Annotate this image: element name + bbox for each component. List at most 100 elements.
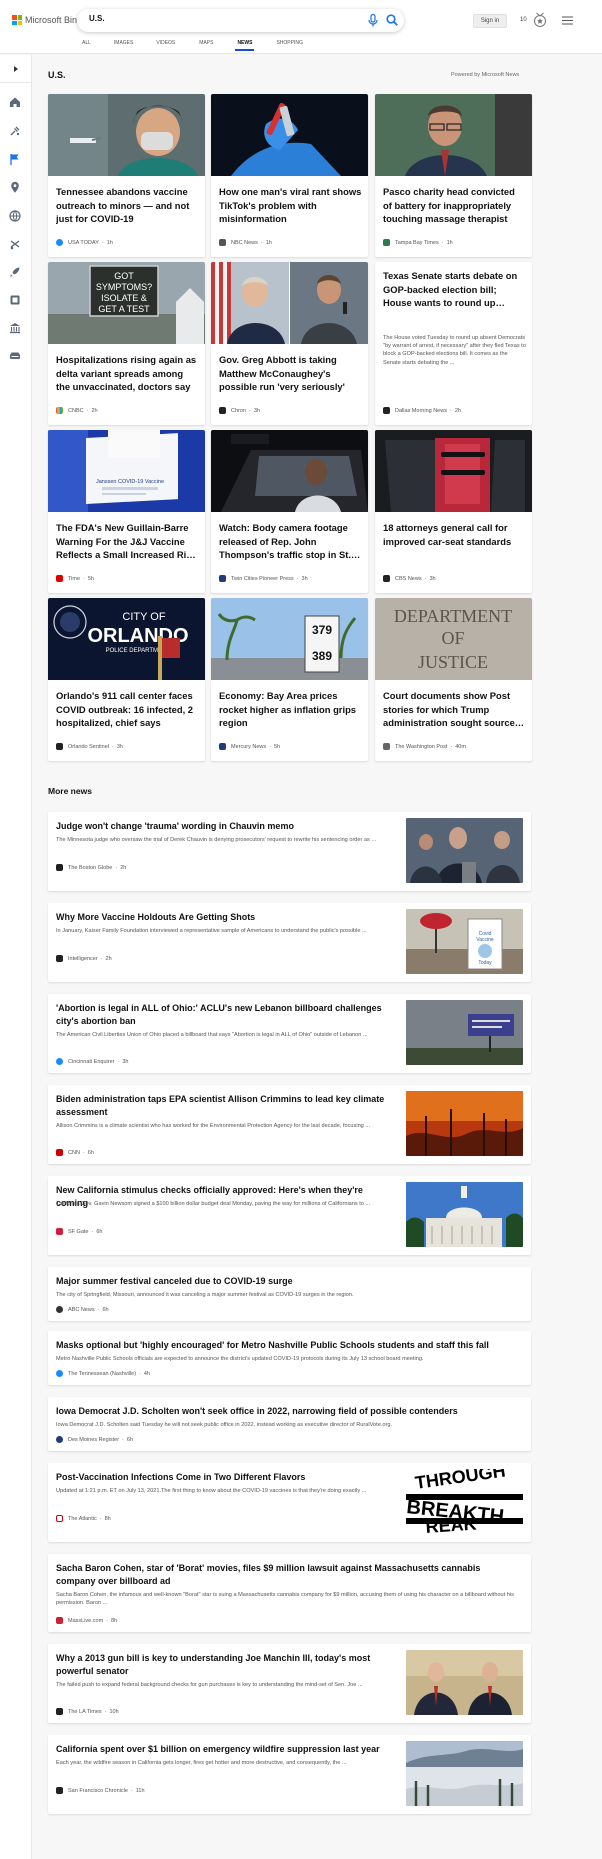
item-title[interactable]: Post-Vaccination Infections Come in Two … [56,1471,396,1484]
source-time: 11h [135,1787,145,1794]
news-card[interactable]: Pasco charity head convicted of battery … [375,94,532,257]
card-title[interactable]: Gov. Greg Abbott is taking Matthew McCon… [219,353,362,394]
globe-icon[interactable] [8,209,22,223]
news-list-item[interactable]: Post-Vaccination Infections Come in Two … [48,1463,531,1542]
section-title: U.S. [48,70,66,80]
item-title[interactable]: 'Abortion is legal in ALL of Ohio:' ACLU… [56,1002,396,1027]
card-title[interactable]: How one man's viral rant shows TikTok's … [219,185,362,226]
location-icon[interactable] [8,180,22,194]
svg-text:JUSTICE: JUSTICE [418,652,488,672]
search-input[interactable] [89,14,309,23]
item-title[interactable]: Sacha Baron Cohen, star of 'Borat' movie… [56,1562,516,1587]
news-list-item[interactable]: Masks optional but 'highly encouraged' f… [48,1331,531,1385]
news-list-item[interactable]: 'Abortion is legal in ALL of Ohio:' ACLU… [48,994,531,1073]
rewards-medal-icon[interactable] [533,12,547,28]
separator: · [139,1370,141,1377]
separator: · [449,407,452,414]
card-title[interactable]: 18 attorneys general call for improved c… [383,521,526,548]
news-list-item[interactable]: Biden administration taps EPA scientist … [48,1085,531,1164]
svg-text:Vaccine: Vaccine [476,937,494,943]
card-title[interactable]: Texas Senate starts debate on GOP-backed… [383,269,526,310]
tab-images[interactable]: IMAGES [114,40,133,46]
news-card[interactable]: DEPARTMENT OF JUSTICE Court documents show… [375,598,532,761]
card-title[interactable]: The FDA's New Guillain-Barre Warning For… [56,521,199,562]
separator: · [248,407,251,414]
bing-logo[interactable]: Microsoft Bing [12,15,82,25]
news-list-item[interactable]: Sacha Baron Cohen, star of 'Borat' movie… [48,1554,531,1632]
news-card[interactable]: Gov. Greg Abbott is taking Matthew McCon… [211,262,368,425]
card-title[interactable]: Tennessee abandons vaccine outreach to m… [56,185,199,226]
news-list-item[interactable]: Why a 2013 gun bill is key to understand… [48,1644,531,1723]
source-logo [56,1306,63,1313]
sign-in-button[interactable]: Sign in [473,14,507,28]
card-source: NBC News · 1h [219,239,272,246]
item-title[interactable]: Biden administration taps EPA scientist … [56,1093,396,1118]
item-snippet: Metro Nashville Public Schools officials… [56,1356,424,1362]
news-card[interactable]: 379 389 Economy: Bay Area prices rocket h… [211,598,368,761]
source-logo [56,864,63,871]
source-time: 1h [446,239,453,246]
tab-news[interactable]: NEWS [235,40,255,51]
item-title[interactable]: Major summer festival canceled due to CO… [56,1275,516,1288]
card-snippet: The House voted Tuesday to round up abse… [383,335,526,366]
search-icon[interactable] [386,14,398,26]
sports-icon[interactable] [8,237,22,251]
tab-all[interactable]: ALL [82,40,91,46]
news-card[interactable]: Janssen COVID-19 Vaccine The FDA's New G… [48,430,205,593]
news-list-item[interactable]: New California stimulus checks officiall… [48,1176,531,1255]
item-title[interactable]: Why a 2013 gun bill is key to understand… [56,1652,396,1677]
flag-icon[interactable] [8,152,22,166]
tab-videos[interactable]: VIDEOS [156,40,175,46]
rocket-icon[interactable] [8,265,22,279]
news-list-item[interactable]: Judge won't change 'trauma' wording in C… [48,812,531,891]
news-card[interactable]: GOT SYMPTOMS? ISOLATE & GET A TEST Hospital… [48,262,205,425]
item-title[interactable]: California spent over $1 billion on emer… [56,1743,396,1756]
news-card[interactable]: Tennessee abandons vaccine outreach to m… [48,94,205,257]
item-source: Intelligencer · 2h [56,955,112,962]
expand-sidebar-button[interactable] [0,55,32,83]
mic-icon[interactable] [368,14,378,27]
separator: · [83,575,85,582]
news-card[interactable]: Watch: Body camera footage released of R… [211,430,368,593]
source-name: CNN [68,1149,80,1156]
news-list-item[interactable]: Major summer festival canceled due to CO… [48,1267,531,1321]
item-thumbnail [406,1091,523,1156]
item-source: ABC News · 6h [56,1306,109,1313]
bank-icon[interactable] [8,321,22,335]
news-list-item[interactable]: Iowa Democrat J.D. Scholten won't seek o… [48,1397,531,1451]
news-card[interactable]: How one man's viral rant shows TikTok's … [211,94,368,257]
source-name: USA TODAY [68,239,99,246]
card-title[interactable]: Court documents show Post stories for wh… [383,689,526,730]
item-title[interactable]: Masks optional but 'highly encouraged' f… [56,1339,516,1352]
news-list-item[interactable]: Why More Vaccine Holdouts Are Getting Sh… [48,903,531,982]
source-time: 2h [91,407,98,414]
news-card[interactable]: CITY OF ORLANDO POLICE DEPARTMEN Orlando's… [48,598,205,761]
card-title[interactable]: Watch: Body camera footage released of R… [219,521,362,562]
entertainment-icon[interactable] [8,293,22,307]
item-source: Des Moines Register · 6h [56,1436,133,1443]
tools-icon[interactable] [8,124,22,138]
powered-by-label[interactable]: Powered by Microsoft News [451,72,519,78]
rewards-count[interactable]: 10 [520,17,527,23]
news-list-item[interactable]: California spent over $1 billion on emer… [48,1735,531,1814]
card-title[interactable]: Economy: Bay Area prices rocket higher a… [219,689,362,730]
card-title[interactable]: Pasco charity head convicted of battery … [383,185,526,226]
tab-maps[interactable]: MAPS [199,40,213,46]
item-title[interactable]: Iowa Democrat J.D. Scholten won't seek o… [56,1405,516,1418]
item-snippet: Updated at 1:21 p.m. ET on July 13, 2021… [56,1488,367,1494]
news-card[interactable]: 18 attorneys general call for improved c… [375,430,532,593]
item-thumbnail [406,1000,523,1065]
card-title[interactable]: Hospitalizations rising again as delta v… [56,353,199,394]
source-time: 3h [429,575,436,582]
car-icon[interactable] [8,349,22,363]
source-time: 5h [274,743,281,750]
card-title[interactable]: Orlando's 911 call center faces COVID ou… [56,689,199,730]
news-card-text[interactable]: Texas Senate starts debate on GOP-backed… [375,262,532,425]
home-icon[interactable] [8,95,22,109]
item-snippet: Allison Crimmins is a climate scientist … [56,1123,371,1129]
item-title[interactable]: Why More Vaccine Holdouts Are Getting Sh… [56,911,396,924]
source-time: 2h [454,407,461,414]
tab-shopping[interactable]: SHOPPING [276,40,302,46]
item-title[interactable]: Judge won't change 'trauma' wording in C… [56,820,396,833]
hamburger-menu-icon[interactable] [562,16,573,25]
